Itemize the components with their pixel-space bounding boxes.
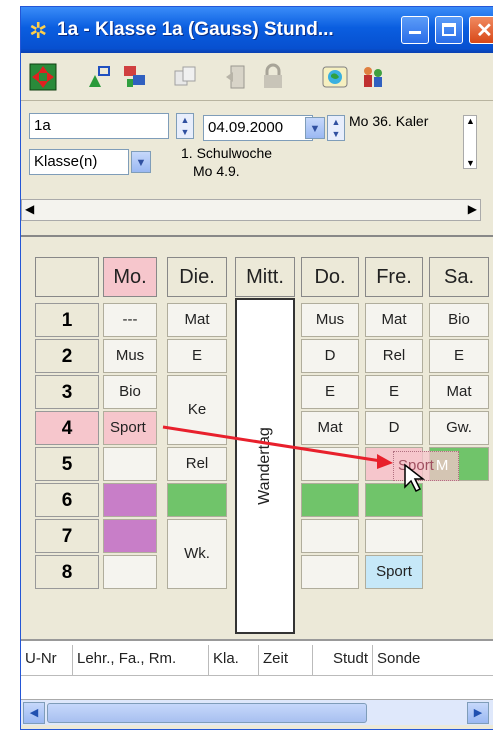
chevron-down-icon: ▼ bbox=[135, 157, 147, 169]
lock-button[interactable] bbox=[257, 61, 289, 93]
date-dropdown-button[interactable]: ▼ bbox=[305, 117, 325, 139]
element-field[interactable]: 1a bbox=[29, 113, 169, 139]
maximize-button[interactable] bbox=[435, 16, 463, 44]
title-bar[interactable]: ✲ 1a - Klasse 1a (Gauss) Stund... ✕ bbox=[21, 7, 493, 53]
scroll-up-icon: ▲ bbox=[466, 116, 475, 126]
navigation-panel: 1a ▲ ▼ 04.09.2000 ▼ ▲ ▼ Mo 36. Kaler ▲ ▼ K… bbox=[21, 101, 493, 229]
navigate-button[interactable] bbox=[27, 61, 59, 93]
navigation-scrollbar[interactable]: ◀ ▶ bbox=[21, 199, 481, 221]
close-button[interactable]: ✕ bbox=[469, 16, 493, 44]
timetable-app-icon: ✲ bbox=[29, 18, 48, 43]
chevron-down-icon: ▼ bbox=[309, 123, 321, 135]
column-header-special[interactable]: Sonde bbox=[373, 645, 493, 675]
globe-button[interactable] bbox=[319, 61, 351, 93]
column-header-time[interactable]: Zeit bbox=[259, 645, 313, 675]
teacher-icon bbox=[364, 67, 382, 87]
copy-button[interactable] bbox=[169, 61, 201, 93]
column-header-hours[interactable]: Studt bbox=[313, 645, 373, 675]
copy-icon bbox=[174, 66, 196, 86]
scroll-down-icon: ▼ bbox=[466, 158, 475, 168]
resize-button[interactable] bbox=[83, 61, 115, 93]
type-dropdown-button[interactable]: ▼ bbox=[131, 151, 151, 173]
door-icon bbox=[226, 65, 245, 89]
globe-icon bbox=[322, 66, 348, 88]
scroll-right-icon: ▶ bbox=[467, 202, 477, 216]
teacher-button[interactable] bbox=[357, 61, 389, 93]
column-header-class[interactable]: Kla. bbox=[209, 645, 259, 675]
navigate-icon bbox=[29, 63, 57, 91]
resize-icon bbox=[89, 66, 110, 87]
day-date-label: Mo 4.9. bbox=[193, 163, 240, 179]
maximize-icon bbox=[442, 23, 456, 36]
column-header-teacher[interactable]: Lehr., Fa., Rm. bbox=[73, 645, 209, 675]
column-header-unr[interactable]: U-Nr bbox=[21, 645, 73, 675]
drag-arrow-icon bbox=[162, 425, 393, 469]
mouse-pointer-icon bbox=[404, 463, 426, 493]
element-spinner[interactable]: ▲ ▼ bbox=[176, 113, 194, 139]
classes-button[interactable] bbox=[119, 61, 151, 93]
scroll-left-button[interactable]: ◀ bbox=[23, 702, 45, 724]
timetable-window: ✲ 1a - Klasse 1a (Gauss) Stund... ✕ 1a ▲… bbox=[20, 6, 493, 730]
date-field[interactable]: 04.09.2000 bbox=[203, 115, 313, 141]
week-scroll[interactable]: ▲ ▼ bbox=[463, 115, 477, 169]
type-select[interactable]: Klasse(n) bbox=[29, 149, 129, 175]
scroll-thumb[interactable] bbox=[47, 703, 367, 723]
lock-icon bbox=[264, 63, 282, 88]
list-divider bbox=[21, 675, 493, 676]
close-icon: ✕ bbox=[476, 20, 493, 42]
minimize-icon bbox=[409, 31, 421, 34]
scroll-right-button[interactable]: ▶ bbox=[467, 702, 489, 724]
window-title: 1a - Klasse 1a (Gauss) Stund... bbox=[57, 19, 334, 40]
scroll-right-icon: ▶ bbox=[473, 707, 483, 719]
minimize-button[interactable] bbox=[401, 16, 429, 44]
classes-icon bbox=[124, 66, 145, 87]
lesson-list: U-Nr Lehr., Fa., Rm. Kla. Zeit Studt Son… bbox=[21, 639, 493, 699]
toolbar bbox=[21, 53, 493, 101]
list-scrollbar[interactable]: ◀ ▶ bbox=[21, 699, 493, 725]
scroll-left-icon: ◀ bbox=[29, 707, 39, 719]
timetable-grid: Mo. Die. Mitt. Do. Fre. Sa. 1 2 3 4 5 6 … bbox=[21, 235, 493, 637]
date-spinner[interactable]: ▲ ▼ bbox=[327, 115, 345, 141]
exit-door-button[interactable] bbox=[221, 61, 253, 93]
scroll-left-icon: ◀ bbox=[25, 202, 35, 216]
school-week-label: 1. Schulwoche bbox=[181, 145, 273, 161]
